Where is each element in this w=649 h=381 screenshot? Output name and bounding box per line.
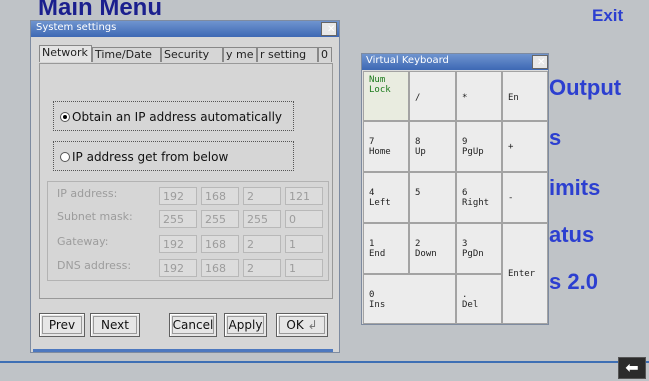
radio-auto-ip[interactable]: Obtain an IP address automatically (53, 101, 294, 131)
ok-button[interactable]: OK ↲ (276, 313, 328, 337)
radio-auto-ip-label: Obtain an IP address automatically (72, 110, 283, 124)
key-7-home[interactable]: 7 Home (363, 121, 409, 172)
ip-address-octet-4[interactable]: 121 (285, 187, 323, 205)
key-num-lock[interactable]: Num Lock (363, 71, 409, 121)
menu-item-status[interactable]: atus (549, 222, 594, 248)
back-arrow-icon: ⬅ (625, 358, 639, 377)
key-en[interactable]: En (502, 71, 548, 121)
next-button[interactable]: Next (90, 313, 140, 337)
subnet-mask-octet-1[interactable]: 255 (159, 210, 197, 228)
key-enter[interactable]: Enter (502, 223, 548, 324)
dialog-bottom-bar (33, 349, 333, 352)
subnet-mask-octet-4[interactable]: 0 (285, 210, 323, 228)
dns-address-octet-1[interactable]: 192 (159, 259, 197, 277)
subnet-mask-octet-2[interactable]: 255 (201, 210, 239, 228)
menu-item-2[interactable]: s (549, 125, 561, 151)
back-arrow-button[interactable]: ⬅ (618, 357, 646, 379)
radio-manual-ip-label: IP address get from below (72, 150, 229, 164)
key-slash[interactable]: / (409, 71, 456, 121)
ip-address-octet-1[interactable]: 192 (159, 187, 197, 205)
tab-bar: Network Time/Date Security y me r settin… (39, 45, 335, 63)
main-menu-title: Main Menu (38, 0, 162, 21)
tab-security[interactable]: Security (161, 47, 223, 62)
keyboard-title: Virtual Keyboard (366, 55, 449, 66)
key-plus[interactable]: + (502, 121, 548, 172)
key-minus[interactable]: - (502, 172, 548, 223)
key-0-ins[interactable]: 0 Ins (363, 274, 456, 324)
tab-display-time[interactable]: y me (223, 47, 257, 62)
ip-address-octet-3[interactable]: 2 (243, 187, 281, 205)
key-5[interactable]: 5 (409, 172, 456, 223)
tab-overflow[interactable]: 0 (318, 47, 332, 62)
dialog-title: System settings (36, 22, 117, 33)
gateway-octet-3[interactable]: 2 (243, 235, 281, 253)
dns-address-octet-3[interactable]: 2 (243, 259, 281, 277)
dialog-close-button[interactable]: ✕ (321, 22, 337, 36)
gateway-octet-1[interactable]: 192 (159, 235, 197, 253)
gateway-octet-2[interactable]: 168 (201, 235, 239, 253)
tab-network[interactable]: Network (39, 45, 92, 62)
ip-address-octet-2[interactable]: 168 (201, 187, 239, 205)
key-9-pgup[interactable]: 9 PgUp (456, 121, 502, 172)
menu-item-output[interactable]: Output (549, 75, 621, 101)
virtual-keyboard: Virtual Keyboard ✕ Num Lock / * En 7 Hom… (361, 53, 549, 325)
dns-address-label: DNS address: (57, 259, 132, 272)
cancel-button[interactable]: Cancel (169, 313, 217, 337)
close-icon: ✕ (327, 24, 336, 35)
radio-auto-ip-indicator[interactable] (60, 112, 70, 122)
prev-button[interactable]: Prev (39, 313, 85, 337)
key-3-pgdn[interactable]: 3 PgDn (456, 223, 502, 274)
key-1-end[interactable]: 1 End (363, 223, 409, 274)
system-settings-dialog: System settings ✕ Network Time/Date Secu… (30, 20, 340, 353)
radio-manual-ip[interactable]: IP address get from below (53, 141, 294, 171)
key-multiply[interactable]: * (456, 71, 502, 121)
keyboard-close-button[interactable]: ✕ (532, 55, 548, 69)
bottom-strip (0, 361, 649, 363)
subnet-mask-octet-3[interactable]: 255 (243, 210, 281, 228)
ip-address-label: IP address: (57, 187, 118, 200)
dns-address-octet-2[interactable]: 168 (201, 259, 239, 277)
key-2-down[interactable]: 2 Down (409, 223, 456, 274)
gateway-label: Gateway: (57, 235, 109, 248)
key-8-up[interactable]: 8 Up (409, 121, 456, 172)
gateway-octet-4[interactable]: 1 (285, 235, 323, 253)
key-del[interactable]: . Del (456, 274, 502, 324)
key-6-right[interactable]: 6 Right (456, 172, 502, 223)
dns-address-octet-4[interactable]: 1 (285, 259, 323, 277)
dialog-title-bar[interactable]: System settings ✕ (31, 21, 339, 37)
keyboard-title-bar[interactable]: Virtual Keyboard ✕ (362, 54, 548, 70)
subnet-mask-label: Subnet mask: (57, 210, 133, 223)
menu-item-limits[interactable]: imits (549, 175, 600, 201)
radio-manual-ip-indicator[interactable] (60, 152, 70, 162)
close-icon: ✕ (537, 57, 546, 68)
tab-user-setting[interactable]: r setting (257, 47, 318, 62)
apply-button[interactable]: Apply (224, 313, 267, 337)
key-4-left[interactable]: 4 Left (363, 172, 409, 223)
menu-item-version[interactable]: s 2.0 (549, 269, 598, 295)
tab-time-date[interactable]: Time/Date (92, 47, 161, 62)
exit-button[interactable]: Exit (592, 6, 623, 26)
